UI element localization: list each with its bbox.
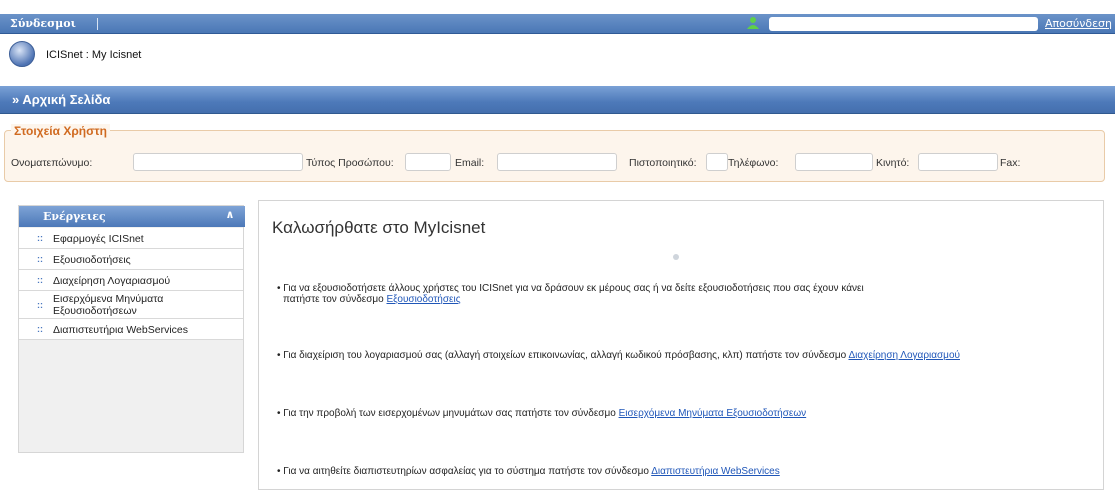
- paragraph-text: • Για να εξουσιοδοτήσετε άλλους χρήστες …: [277, 283, 864, 294]
- menu-item-label: Εισερχόμενα Μηνύματα Εξουσιοδοτήσεων: [53, 293, 164, 317]
- menu-item-authorizations[interactable]: :: Εξουσιοδοτήσεις: [19, 249, 243, 270]
- divider: [97, 18, 98, 30]
- paragraph-text: • Για να αιτηθείτε διαπιστευτηρίων ασφαλ…: [277, 466, 652, 477]
- menu-item-label: Διαχείρηση Λογαριασμού: [53, 275, 171, 287]
- mobile-value: [918, 153, 998, 171]
- bullet-icon: ::: [37, 324, 43, 334]
- main-content: Καλωσήρθατε στο MyIcisnet • Για να εξουσ…: [258, 200, 1104, 490]
- icisnet-logo-icon: [9, 41, 35, 67]
- page-title: » Αρχική Σελίδα: [12, 92, 111, 107]
- account-paragraph: • Για διαχείριση του λογαριασμού σας (αλ…: [277, 350, 960, 361]
- links-menu[interactable]: Σύνδεσμοι: [10, 17, 76, 30]
- authorizations-paragraph: • Για να εξουσιοδοτήσετε άλλους χρήστες …: [277, 283, 864, 305]
- fax-label: Fax:: [1000, 157, 1021, 169]
- phone-value: [795, 153, 873, 171]
- incoming-messages-link[interactable]: Εισερχόμενα Μηνύματα Εξουσιοδοτήσεων: [619, 408, 807, 419]
- mobile-label: Κινητό:: [876, 157, 910, 169]
- email-label: Email:: [455, 157, 485, 169]
- paragraph-text: • Για διαχείριση του λογαριασμού σας (αλ…: [277, 350, 849, 361]
- menu-item-label: Εφαρμογές ICISnet: [53, 233, 144, 245]
- person-type-label: Τύπος Προσώπου:: [306, 157, 394, 169]
- authorizations-link[interactable]: Εξουσιοδοτήσεις: [387, 294, 461, 305]
- bullet-icon: ::: [37, 300, 43, 310]
- section-bar: » Αρχική Σελίδα: [0, 86, 1115, 114]
- name-label: Ονοματεπώνυμο:: [11, 157, 93, 169]
- paragraph-text: • Για την προβολή των εισερχομένων μηνυμ…: [277, 408, 619, 419]
- menu-item-webservices-credentials[interactable]: :: Διαπιστευτήρια WebServices: [19, 319, 243, 340]
- certificate-label: Πιστοποιητικό:: [629, 157, 697, 169]
- actions-menu: Ενέργειες ∧ :: Εφαρμογές ICISnet :: Εξου…: [18, 205, 245, 453]
- paragraph-text: πατήστε τον σύνδεσμο: [283, 294, 387, 305]
- top-bar: Σύνδεσμοι Αποσύνδεση: [0, 14, 1115, 34]
- user-info-panel: Στοιχεία Χρήστη Ονοματεπώνυμο: Τύπος Προ…: [4, 124, 1105, 182]
- credentials-paragraph: • Για να αιτηθείτε διαπιστευτηρίων ασφαλ…: [277, 466, 780, 477]
- collapse-icon[interactable]: ∧: [223, 208, 237, 222]
- bullet-icon: ::: [37, 233, 43, 243]
- menu-item-incoming-messages[interactable]: :: Εισερχόμενα Μηνύματα Εξουσιοδοτήσεων: [19, 291, 243, 319]
- logged-in-user: [769, 17, 1038, 31]
- messages-paragraph: • Για την προβολή των εισερχομένων μηνυμ…: [277, 408, 806, 419]
- app-title: ICISnet : My Icisnet: [46, 49, 142, 61]
- loading-indicator-icon: [673, 254, 679, 260]
- menu-item-label: Διαπιστευτήρια WebServices: [53, 324, 188, 336]
- user-icon: [747, 17, 759, 29]
- bullet-icon: ::: [37, 275, 43, 285]
- certificate-value: [706, 153, 728, 171]
- actions-menu-title: Ενέργειες: [43, 210, 106, 223]
- person-type-value: [405, 153, 451, 171]
- app-header: ICISnet : My Icisnet: [0, 34, 1115, 74]
- menu-item-icisnet-apps[interactable]: :: Εφαρμογές ICISnet: [19, 228, 243, 249]
- phone-label: Τηλέφωνο:: [728, 157, 779, 169]
- menu-item-account-management[interactable]: :: Διαχείρηση Λογαριασμού: [19, 270, 243, 291]
- menu-item-label: Εξουσιοδοτήσεις: [53, 254, 131, 266]
- name-value: [133, 153, 303, 171]
- bullet-icon: ::: [37, 254, 43, 264]
- webservices-credentials-link[interactable]: Διαπιστευτήρια WebServices: [651, 466, 780, 477]
- email-value: [497, 153, 617, 171]
- welcome-heading: Καλωσήρθατε στο MyIcisnet: [272, 218, 486, 237]
- actions-menu-header: Ενέργειες ∧: [19, 206, 245, 227]
- account-management-link[interactable]: Διαχείρηση Λογαριασμού: [848, 350, 960, 361]
- logout-link[interactable]: Αποσύνδεση: [1045, 17, 1112, 30]
- user-info-legend: Στοιχεία Χρήστη: [11, 124, 110, 138]
